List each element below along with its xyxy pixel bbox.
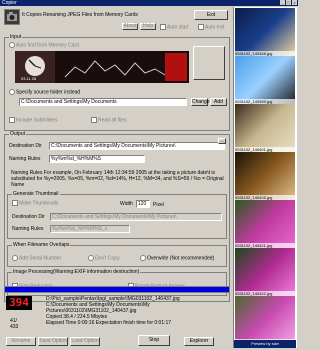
thumbnail-item[interactable]: 0031102_140421.jpg — [235, 200, 295, 248]
file-counter-display: 394 — [6, 296, 32, 310]
preview-footer: Preview by size — [234, 340, 296, 348]
count-total: 433 — [10, 324, 19, 330]
close-icon[interactable]: × — [292, 0, 297, 5]
read-all-files-checkbox[interactable]: Read all files — [91, 117, 127, 123]
app-logo-icon — [4, 9, 20, 25]
thumbnail-item[interactable]: 0031102_140348.jpg — [235, 8, 295, 56]
auto-find-radio[interactable]: Auto find from Memory Card — [9, 42, 79, 48]
main-panel: It Copies Renaming JPEG Files from Memor… — [2, 7, 232, 348]
thumbnail-preview-pane: 0031102_140348.jpg 0031102_140399.jpg 0031… — [233, 7, 297, 348]
auto-exit-checkbox[interactable]: Auto exit — [198, 24, 224, 30]
input-group: Input Auto find from Memory Card 03.11.2… — [4, 34, 230, 131]
overlap-group: When Filename Overlaps Add Serial Number… — [7, 242, 227, 267]
output-group: Output Destination Dir C:\Documents and … — [4, 131, 230, 302]
progress-bar — [4, 286, 230, 293]
thumb-naming-rules-field[interactable]: %y%m%d_%H%M%S_s — [50, 225, 130, 233]
dont-copy-radio[interactable]: Don't Copy — [88, 255, 120, 261]
explorer-button[interactable]: Explorer — [184, 337, 214, 346]
progress-fill — [5, 287, 229, 292]
overwrite-radio[interactable]: Overwrite (Not recommended) — [140, 255, 214, 261]
help-button[interactable]: Help — [140, 23, 156, 30]
rename-button[interactable]: Rename — [6, 337, 36, 346]
exit-button[interactable]: Exit — [194, 10, 228, 20]
thumbnail-item[interactable]: 0031102_140422.jpg — [235, 248, 295, 296]
add-button[interactable]: Add — [210, 98, 227, 106]
width-field[interactable]: 120 — [136, 200, 150, 208]
preview-timestamp: 03.11.28 — [21, 76, 37, 81]
image-processing-label: Image Processing(Warning:EXIF informatio… — [12, 269, 141, 275]
thumbnail-group-label: Generate Thumbnail — [12, 191, 60, 197]
add-serial-radio[interactable]: Add Serial Number — [12, 255, 61, 261]
about-button[interactable]: About — [122, 23, 138, 30]
window-title: Copier — [2, 0, 17, 6]
pixel-label: Pixel — [153, 202, 164, 208]
app-description: It Copies Renaming JPEG Files from Memor… — [22, 12, 138, 18]
stop-button[interactable]: Stop — [138, 335, 170, 346]
include-subfolders-checkbox[interactable]: Include Subfolders — [9, 117, 57, 123]
make-thumbnails-checkbox[interactable]: Make Thumbnails — [12, 200, 58, 206]
thumb-dest-dir-field[interactable]: C:\Documents and Settings\My Documents\M… — [50, 213, 222, 221]
load-option-button[interactable]: Load Option — [70, 337, 100, 346]
change-button[interactable]: Change — [191, 98, 210, 106]
thumbnail-item[interactable]: 0031102_140427.jpg — [235, 296, 295, 344]
overlap-group-label: When Filename Overlaps — [12, 242, 71, 248]
thumbnail-item[interactable]: 0031102_140405.jpg — [235, 152, 295, 200]
thumbnail-group: Generate Thumbnail Make Thumbnails Width… — [7, 191, 227, 239]
output-group-label: Output — [9, 131, 27, 137]
width-label: Width — [120, 201, 133, 207]
browse-dest-button[interactable]: ... — [218, 138, 226, 144]
specify-folder-radio[interactable]: Specify source folder instead — [9, 89, 80, 95]
title-bar: Copier _ □ × — [0, 0, 298, 6]
preview-image: 03.11.28 — [15, 51, 189, 83]
thumb-naming-rules-label: Naming Rules — [12, 226, 44, 232]
minimize-icon[interactable]: _ — [280, 0, 285, 5]
thumb-dest-dir-label: Destination Dir — [12, 214, 45, 220]
source-folder-field[interactable]: C:\Documents and Settings\My Documents — [19, 98, 187, 106]
thumbnail-item[interactable]: 0031102_140399.jpg — [235, 56, 295, 104]
maximize-icon[interactable]: □ — [286, 0, 291, 5]
thumbnail-item[interactable]: 0031102_140401.jpg — [235, 104, 295, 152]
auto-start-checkbox[interactable]: Auto start — [160, 24, 188, 30]
input-group-label: Input — [9, 34, 23, 40]
naming-rules-label: Naming Rules — [9, 156, 41, 162]
dest-dir-field[interactable]: C:\Documents and Settings\My Documents\M… — [49, 142, 225, 150]
naming-example-text: Naming Rules For example, On February 14… — [11, 170, 224, 188]
dest-dir-label: Destination Dir — [9, 143, 42, 149]
drive-button[interactable] — [193, 46, 225, 80]
elapsed-status: Elapsed Time 0:00:16 Expectation finish … — [46, 320, 172, 326]
save-option-button[interactable]: Save Option — [38, 337, 68, 346]
naming-rules-field[interactable]: %y%m%d_%H%M%S — [49, 155, 145, 163]
